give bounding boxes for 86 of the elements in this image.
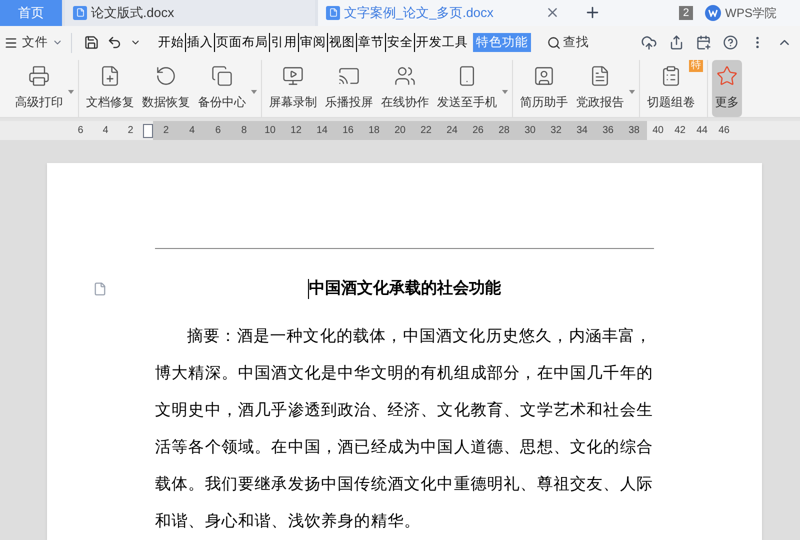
dropdown-arrow-icon[interactable]	[251, 90, 257, 95]
ribbon-button[interactable]: 简历助手	[517, 60, 571, 118]
ruler-number: 42	[673, 124, 687, 138]
ribbon-tab[interactable]: 页面布局	[214, 33, 269, 52]
ribbon-button[interactable]: 文档修复	[83, 60, 137, 118]
document-title: 中国酒文化承载的社会功能	[309, 278, 501, 299]
ribbon-button[interactable]: 备份中心	[195, 60, 249, 118]
ruler-number: 2	[162, 124, 170, 138]
ribbon-tab[interactable]: 引用	[269, 33, 298, 52]
dropdown-arrow-icon[interactable]	[502, 90, 508, 95]
ribbon-icon	[660, 65, 682, 88]
ruler-number: 6	[214, 124, 222, 138]
ruler-number: 18	[367, 124, 381, 138]
ruler-number: 36	[601, 124, 615, 138]
ribbon-tab[interactable]: 安全	[385, 33, 414, 52]
help-icon[interactable]	[723, 35, 738, 50]
document-icon	[93, 282, 107, 296]
search-icon[interactable]	[547, 36, 561, 50]
ribbon-button[interactable]: 高级打印	[12, 60, 66, 118]
ribbon-icon	[155, 65, 177, 88]
ruler-number: 32	[549, 124, 563, 138]
ribbon-icon	[282, 65, 304, 88]
document-icon	[73, 6, 87, 20]
ribbon-icon	[211, 65, 233, 88]
ribbon-icon	[716, 65, 738, 88]
share-icon[interactable]	[669, 35, 684, 50]
undo-icon[interactable]	[107, 35, 122, 50]
ruler-number: 26	[471, 124, 485, 138]
ribbon-button[interactable]: 在线协作	[378, 60, 432, 118]
ruler-number: 38	[627, 124, 641, 138]
tab-label: 文字案例_论文_多页.docx	[344, 4, 495, 22]
ribbon-button[interactable]: 乐播投屏	[322, 60, 376, 118]
ribbon-button[interactable]: 党政报告	[573, 60, 627, 118]
ribbon-button[interactable]: 屏幕录制	[266, 60, 320, 118]
window-count[interactable]: 2	[679, 6, 694, 20]
ruler-number: 24	[445, 124, 459, 138]
ruler-number: 30	[523, 124, 537, 138]
ruler-number: 40	[651, 124, 665, 138]
ribbon-button[interactable]: 特 切题组卷	[644, 60, 703, 118]
academy-link[interactable]: WPS学院	[725, 4, 776, 22]
save-icon[interactable]	[84, 35, 99, 50]
abstract-paragraph: 摘要：酒是一种文化的载体，中国酒文化历史悠久，内涵丰富，博大精深。中国酒文化是中华文明的有机组成部分，在中国几千年的文明史中，酒几乎渗透到政治、经济、文化教育、文学艺术和社会生活等各个领域。在中国，酒已经成为中国人道德、思想、文化的综合载体。我们要继承发扬中国传统酒文化中重德明礼、尊祖交友、人际和谐、身心和谐、浅饮养身的精华。	[155, 326, 654, 532]
ruler-number: 34	[575, 124, 589, 138]
search-label[interactable]: 查找	[563, 33, 589, 52]
tab-label: 论文版式.docx	[91, 4, 176, 22]
ruler-number: 28	[497, 124, 511, 138]
document-tab[interactable]: 论文版式.docx	[65, 0, 315, 26]
ribbon-tab[interactable]: 开发工具	[414, 33, 469, 52]
ruler-number: 6	[76, 124, 84, 138]
ruler-number: 4	[188, 124, 196, 138]
cloud-icon[interactable]	[641, 34, 657, 50]
ribbon-icon	[533, 65, 555, 88]
ruler-number: 44	[695, 124, 709, 138]
ribbon-tab[interactable]: 插入	[185, 33, 214, 52]
document-tab[interactable]: 文字案例_论文_多页.docx	[318, 0, 568, 26]
ruler-number: 46	[717, 124, 731, 138]
feature-badge: 特	[689, 60, 703, 72]
indent-marker-icon[interactable]	[143, 124, 153, 138]
ruler-number: 22	[419, 124, 433, 138]
text-cursor	[308, 279, 309, 299]
document-icon	[326, 6, 340, 20]
schedule-icon[interactable]	[696, 35, 711, 50]
ribbon-tab[interactable]: 审阅	[298, 33, 327, 52]
ribbon-button[interactable]: 数据恢复	[139, 60, 193, 118]
ribbon-tab[interactable]: 开始	[157, 33, 185, 52]
ribbon-tab[interactable]: 章节	[356, 33, 385, 52]
dropdown-arrow-icon[interactable]	[629, 90, 635, 95]
dropdown-arrow-icon[interactable]	[68, 90, 74, 95]
ribbon-button[interactable]: 发送至手机	[434, 60, 500, 118]
ruler-number: 20	[393, 124, 407, 138]
ribbon-icon	[99, 65, 121, 88]
ruler-number: 10	[263, 124, 277, 138]
ruler-number: 8	[240, 124, 248, 138]
ribbon-icon	[394, 65, 416, 88]
ruler-number: 4	[102, 124, 110, 138]
ribbon-button[interactable]: 更多	[712, 60, 742, 118]
menu-icon[interactable]	[4, 36, 18, 50]
ribbon-icon	[589, 65, 611, 88]
ruler-number: 2	[126, 124, 134, 138]
ruler-number: 14	[315, 124, 329, 138]
ribbon-icon	[28, 65, 50, 88]
wps-logo-icon	[705, 4, 722, 21]
ruler-number: 16	[341, 124, 355, 138]
ruler-number: 12	[289, 124, 303, 138]
file-menu[interactable]: 文件	[22, 33, 48, 52]
ribbon-tab[interactable]: 视图	[327, 33, 356, 52]
